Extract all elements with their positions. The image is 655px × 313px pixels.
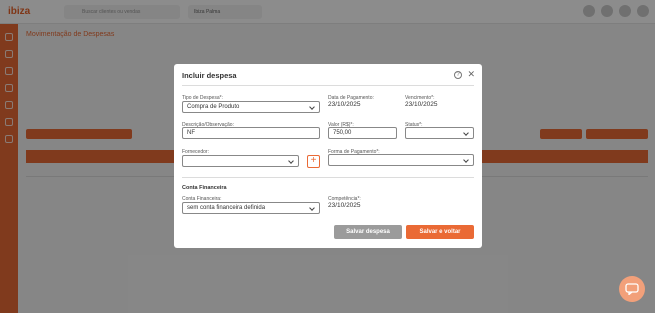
chat-icon [625, 283, 639, 295]
header-divider [182, 85, 474, 86]
conta-financeira-section-title: Conta Financeira [182, 185, 227, 191]
conta-financeira-select[interactable]: sem conta financeira definida [182, 202, 320, 214]
chat-button[interactable] [619, 276, 645, 302]
help-icon[interactable]: ? [454, 71, 462, 79]
section-divider [182, 177, 474, 178]
vencimento-field[interactable]: 23/10/2025 [405, 101, 438, 108]
valor-input[interactable]: 750,00 [328, 127, 397, 139]
add-supplier-button[interactable]: + [307, 155, 320, 168]
descricao-input[interactable]: NF [182, 127, 320, 139]
modal-title: Incluir despesa [182, 71, 237, 80]
forma-pagamento-select[interactable] [328, 154, 474, 166]
close-icon[interactable]: ✕ [467, 70, 475, 79]
status-select[interactable] [405, 127, 474, 139]
competencia-field[interactable]: 23/10/2025 [328, 202, 361, 209]
fornecedor-select[interactable] [182, 155, 299, 167]
tipo-despesa-select[interactable]: Compra de Produto [182, 101, 320, 113]
save-expense-button[interactable]: Salvar despesa [334, 225, 402, 239]
data-pagamento-field[interactable]: 23/10/2025 [328, 101, 361, 108]
plus-icon: + [310, 155, 317, 166]
include-expense-modal: Incluir despesa ? ✕ Tipo de Despesa*: Co… [174, 64, 482, 248]
save-and-back-button[interactable]: Salvar e voltar [406, 225, 474, 239]
